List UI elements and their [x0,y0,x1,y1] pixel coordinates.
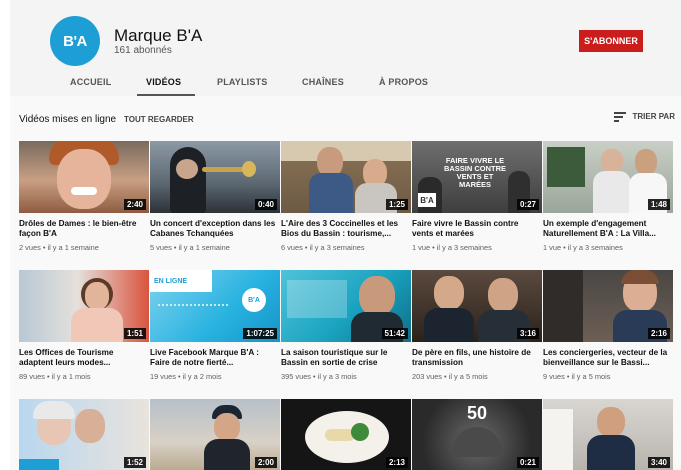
thumbnail-logo-badge: B'A [418,193,436,207]
video-card[interactable]: 1:52 [19,399,149,470]
video-duration: 2:00 [254,457,277,468]
tab-accueil[interactable]: ACCUEIL [70,77,111,87]
video-meta: 89 vues • il y a 1 mois [19,372,91,381]
video-thumbnail[interactable]: EN LIGNE B'A 1:07:25 [150,270,280,342]
channel-name: Marque B'A [114,26,203,45]
video-card[interactable]: 3:40 [543,399,673,470]
tab-chaines[interactable]: CHAÎNES [302,77,344,87]
channel-tabs: ACCUEIL VIDÉOS PLAYLISTS CHAÎNES À PROPO… [10,72,681,96]
video-title[interactable]: Faire vivre le Bassin contre vents et ma… [412,219,542,239]
video-title[interactable]: Les Offices de Tourisme adaptent leurs m… [19,348,149,368]
thumbnail-overlay-text: 50 [466,403,488,423]
video-title[interactable]: De père en fils, une histoire de transmi… [412,348,542,368]
sort-label: TRIER PAR [632,112,675,121]
video-thumbnail[interactable]: 3:16 [412,270,542,342]
tab-videos[interactable]: VIDÉOS [146,77,181,87]
video-duration: 3:16 [516,328,539,339]
video-duration: 1:07:25 [243,328,277,339]
video-card[interactable]: 2:40 Drôles de Dames : le bien-être faço… [19,141,149,252]
video-meta: 9 vues • il y a 5 mois [543,372,611,381]
video-title[interactable]: La saison touristique sur le Bassin en s… [281,348,411,368]
video-thumbnail[interactable]: 50 0:21 [412,399,542,470]
video-thumbnail[interactable]: 3:40 [543,399,673,470]
videos-section: Vidéos mises en ligne TOUT REGARDER TRIE… [10,96,681,470]
thumbnail-logo-badge: B'A [242,288,266,312]
video-card[interactable]: EN LIGNE B'A 1:07:25 Live Facebook Marqu… [150,270,280,381]
video-thumbnail[interactable]: FAIRE VIVRE LE BASSIN CONTRE VENTS ET MA… [412,141,542,213]
video-duration: 51:42 [381,328,408,339]
video-thumbnail[interactable]: 2:40 [19,141,149,213]
video-title[interactable]: Un concert d'exception dans les Cabanes … [150,219,280,239]
subscribe-button[interactable]: S'ABONNER [579,30,643,52]
section-title: Vidéos mises en ligne [19,114,117,125]
video-thumbnail[interactable]: 2:13 [281,399,411,470]
video-title[interactable]: Drôles de Dames : le bien-être façon B'A [19,219,149,239]
video-thumbnail[interactable]: 2:00 [150,399,280,470]
video-meta: 203 vues • il y a 5 mois [412,372,488,381]
video-duration: 3:40 [647,457,670,468]
video-duration: 1:48 [647,199,670,210]
video-meta: 19 vues • il y a 2 mois [150,372,222,381]
video-duration: 2:40 [123,199,146,210]
sort-icon [614,112,627,122]
video-card[interactable]: 2:00 [150,399,280,470]
video-thumbnail[interactable]: 0:40 [150,141,280,213]
video-card[interactable]: 2:13 [281,399,411,470]
video-card[interactable]: 1:25 L'Aire des 3 Coccinelles et les Bio… [281,141,411,252]
video-duration: 1:52 [123,457,146,468]
video-thumbnail[interactable]: 1:52 [19,399,149,470]
video-duration: 0:21 [516,457,539,468]
thumbnail-overlay-text: FAIRE VIVRE LE BASSIN CONTRE VENTS ET MA… [443,156,507,189]
video-title[interactable]: Les conciergeries, vecteur de la bienvei… [543,348,673,368]
video-duration: 2:13 [385,457,408,468]
video-thumbnail[interactable]: 1:25 [281,141,411,213]
video-card[interactable]: FAIRE VIVRE LE BASSIN CONTRE VENTS ET MA… [412,141,542,252]
video-duration: 2:16 [647,328,670,339]
video-title[interactable]: L'Aire des 3 Coccinelles et les Bios du … [281,219,411,239]
video-thumbnail[interactable]: 2:16 [543,270,673,342]
sort-button[interactable]: TRIER PAR [614,112,675,122]
video-thumbnail[interactable]: 51:42 [281,270,411,342]
video-card[interactable]: 2:16 Les conciergeries, vecteur de la bi… [543,270,673,381]
video-thumbnail[interactable]: 1:48 [543,141,673,213]
video-duration: 1:25 [385,199,408,210]
video-meta: 2 vues • il y a 1 semaine [19,243,99,252]
video-thumbnail[interactable]: 1:51 [19,270,149,342]
video-meta: 5 vues • il y a 1 semaine [150,243,230,252]
video-title[interactable]: Live Facebook Marque B'A : Faire de notr… [150,348,280,368]
video-card[interactable]: 51:42 La saison touristique sur le Bassi… [281,270,411,381]
video-card[interactable]: 50 0:21 [412,399,542,470]
video-meta: 395 vues • il y a 3 mois [281,372,357,381]
video-card[interactable]: 0:40 Un concert d'exception dans les Cab… [150,141,280,252]
video-card[interactable]: 1:51 Les Offices de Tourisme adaptent le… [19,270,149,381]
video-duration: 0:27 [516,199,539,210]
see-all-link[interactable]: TOUT REGARDER [124,115,194,124]
video-card[interactable]: 3:16 De père en fils, une histoire de tr… [412,270,542,381]
video-meta: 1 vue • il y a 3 semaines [412,243,492,252]
tab-a-propos[interactable]: À PROPOS [379,77,428,87]
subscriber-count: 161 abonnés [114,45,172,56]
video-duration: 1:51 [123,328,146,339]
video-meta: 6 vues • il y a 3 semaines [281,243,365,252]
thumbnail-overlay-text: EN LIGNE [154,278,188,285]
channel-logo[interactable]: B'A [50,16,100,66]
video-card[interactable]: 1:48 Un exemple d'engagement Naturelleme… [543,141,673,252]
video-title[interactable]: Un exemple d'engagement Naturellement B'… [543,219,673,239]
video-duration: 0:40 [254,199,277,210]
video-meta: 1 vue • il y a 3 semaines [543,243,623,252]
tab-playlists[interactable]: PLAYLISTS [217,77,267,87]
